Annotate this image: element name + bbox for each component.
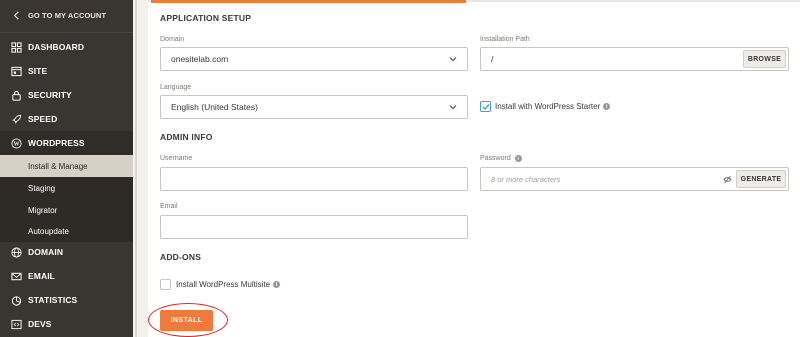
- browse-button[interactable]: BROWSE: [743, 50, 786, 68]
- sidebar-subitem-autoupdate[interactable]: Autoupdate: [0, 220, 133, 242]
- password-label-text: Password: [480, 155, 511, 162]
- email-label: Email: [160, 203, 178, 210]
- sidebar-item-wordpress[interactable]: W WORDPRESS: [0, 131, 133, 155]
- wordpress-icon: W: [10, 137, 22, 149]
- go-to-my-account-link[interactable]: GO TO MY ACCOUNT: [0, 3, 133, 27]
- wordpress-starter-checkbox[interactable]: [480, 101, 491, 112]
- sidebar-item-site[interactable]: SITE: [0, 59, 133, 83]
- language-value: English (United States): [171, 102, 258, 112]
- domain-label: Domain: [160, 36, 185, 43]
- annotation-highlight-circle: [148, 303, 228, 337]
- sidebar-subitem-staging[interactable]: Staging: [0, 177, 133, 199]
- language-select[interactable]: English (United States): [160, 95, 468, 119]
- info-icon[interactable]: i: [603, 103, 611, 110]
- sidebar-item-devs[interactable]: DEVS: [0, 312, 133, 336]
- eye-slash-icon[interactable]: [723, 175, 732, 184]
- multisite-checkbox[interactable]: [160, 279, 171, 290]
- wordpress-starter-label: Install with WordPress Starter i: [495, 101, 611, 112]
- installation-path-value: /: [491, 54, 494, 64]
- site-icon: [10, 65, 22, 77]
- email-input[interactable]: [171, 222, 467, 232]
- mail-icon: [10, 270, 22, 282]
- addons-title: ADD-ONS: [160, 252, 202, 262]
- sidebar-item-dashboard[interactable]: DASHBOARD: [0, 35, 133, 59]
- sidebar: GO TO MY ACCOUNT DASHBOARD SITE SECURITY…: [0, 0, 133, 337]
- multisite-text: Install WordPress Multisite: [176, 280, 271, 289]
- installation-path-field[interactable]: / BROWSE: [480, 47, 789, 71]
- scrollbar[interactable]: [135, 0, 137, 337]
- info-icon[interactable]: i: [273, 281, 281, 288]
- sidebar-item-domain[interactable]: DOMAIN: [0, 240, 133, 264]
- username-field[interactable]: [160, 167, 468, 191]
- email-field[interactable]: [160, 215, 468, 239]
- sidebar-item-label: WORDPRESS: [28, 138, 85, 148]
- sidebar-item-label: EMAIL: [28, 271, 55, 281]
- sidebar-subitem-install-manage[interactable]: Install & Manage: [0, 155, 133, 177]
- dashboard-icon: [10, 41, 22, 53]
- pie-chart-icon: [10, 294, 22, 306]
- password-input[interactable]: [491, 174, 716, 184]
- arrow-left-icon: [10, 9, 22, 21]
- sidebar-item-label: DOMAIN: [28, 247, 64, 257]
- multisite-label: Install WordPress Multisite i: [176, 279, 281, 290]
- code-icon: [10, 318, 22, 330]
- rocket-icon: [10, 113, 22, 125]
- sidebar-subitem-migrator[interactable]: Migrator: [0, 199, 133, 221]
- sidebar-item-label: SPEED: [28, 114, 58, 124]
- checkmark-icon: [482, 104, 490, 111]
- sidebar-item-label: SECURITY: [28, 90, 72, 100]
- generate-button[interactable]: GENERATE: [736, 170, 786, 188]
- sidebar-item-statistics[interactable]: STATISTICS: [0, 288, 133, 312]
- svg-text:W: W: [13, 141, 19, 147]
- application-setup-title: APPLICATION SETUP: [160, 13, 252, 23]
- chevron-down-icon: [449, 57, 457, 62]
- username-input[interactable]: [171, 174, 467, 184]
- sidebar-item-email[interactable]: EMAIL: [0, 264, 133, 288]
- password-label: Password i: [480, 155, 522, 162]
- language-label: Language: [160, 84, 192, 91]
- domain-select[interactable]: onesitelab.com: [160, 47, 468, 71]
- wordpress-starter-text: Install with WordPress Starter: [495, 102, 601, 111]
- active-tab-indicator: [151, 0, 466, 3]
- info-icon[interactable]: i: [514, 155, 522, 162]
- sidebar-item-label: SITE: [28, 66, 48, 76]
- globe-icon: [10, 246, 22, 258]
- go-to-my-account-label: GO TO MY ACCOUNT: [28, 10, 107, 20]
- divider: [0, 32, 133, 33]
- installation-path-label: Installation Path: [480, 36, 530, 43]
- sidebar-item-label: DEVS: [28, 319, 52, 329]
- domain-value: onesitelab.com: [171, 54, 229, 64]
- username-label: Username: [160, 155, 193, 162]
- sidebar-item-speed[interactable]: SPEED: [0, 107, 133, 131]
- chevron-down-icon: [449, 105, 457, 110]
- sidebar-item-label: STATISTICS: [28, 295, 78, 305]
- admin-info-title: ADMIN INFO: [160, 132, 213, 142]
- sidebar-item-security[interactable]: SECURITY: [0, 83, 133, 107]
- sidebar-item-label: DASHBOARD: [28, 42, 85, 52]
- main-panel: APPLICATION SETUP Domain onesitelab.com …: [148, 0, 800, 337]
- password-field[interactable]: GENERATE: [480, 167, 789, 191]
- lock-icon: [10, 89, 22, 101]
